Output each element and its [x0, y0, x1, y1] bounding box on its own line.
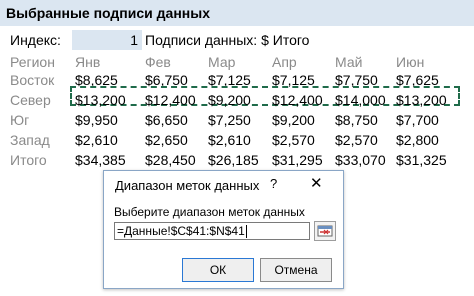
sheet-title: Выбранные подписи данных	[6, 5, 210, 21]
table-cell[interactable]: $2,650	[145, 132, 188, 148]
collapse-dialog-button[interactable]	[314, 221, 336, 241]
cancel-button[interactable]: Отмена	[260, 258, 332, 282]
row-label: Юг	[10, 112, 30, 128]
table-cell[interactable]: $9,950	[75, 112, 118, 128]
row-label: Запад	[10, 132, 50, 148]
row-label: Итого	[10, 152, 47, 168]
month-header: Фев	[145, 54, 171, 70]
table-cell[interactable]: $7,700	[396, 112, 439, 128]
table-cell[interactable]: $12,400	[272, 92, 323, 108]
table-cell[interactable]: $12,400	[145, 92, 196, 108]
index-cell[interactable]: 1	[72, 30, 142, 50]
range-input-value: =Данные!$C$41:$N$41	[117, 224, 245, 238]
table-cell[interactable]: $9,200	[272, 112, 315, 128]
sheet-title-bar: Выбранные подписи данных	[0, 0, 474, 26]
collapse-dialog-icon	[317, 225, 333, 237]
dialog-prompt: Выберите диапазон меток данных	[114, 205, 305, 219]
table-cell[interactable]: $2,800	[396, 132, 439, 148]
table-cell[interactable]: $34,385	[75, 152, 126, 168]
table-cell[interactable]: $33,070	[335, 152, 386, 168]
month-header: Мар	[208, 54, 236, 70]
table-cell[interactable]: $14,000	[335, 92, 386, 108]
table-cell[interactable]: $31,325	[396, 152, 447, 168]
table-cell[interactable]: $6,650	[145, 112, 188, 128]
table-cell[interactable]: $13,200	[396, 92, 447, 108]
month-header: Июн	[396, 54, 425, 70]
table-cell[interactable]: $2,570	[335, 132, 378, 148]
row-label: Север	[10, 92, 51, 108]
month-header: Май	[335, 54, 363, 70]
close-icon[interactable]: ✕	[310, 174, 323, 192]
month-header: Апр	[272, 54, 297, 70]
table-cell[interactable]: $26,185	[208, 152, 259, 168]
month-header: Янв	[75, 54, 101, 70]
table-cell[interactable]: $7,250	[208, 112, 251, 128]
help-icon[interactable]: ?	[270, 176, 277, 191]
region-header: Регион	[10, 54, 55, 70]
table-cell[interactable]: $2,610	[208, 132, 251, 148]
text-caret	[245, 225, 247, 239]
table-cell[interactable]: $31,295	[272, 152, 323, 168]
data-label-range-dialog: Диапазон меток данных ? ✕ Выберите диапа…	[103, 170, 344, 289]
caption-label: Подписи данных: $ Итого	[145, 32, 310, 48]
range-input[interactable]: =Данные!$C$41:$N$41	[114, 222, 310, 240]
row-label: Восток	[10, 72, 55, 88]
table-cell[interactable]: $28,450	[145, 152, 196, 168]
dialog-title: Диапазон меток данных	[115, 178, 260, 193]
ok-button[interactable]: ОК	[182, 258, 254, 282]
index-label: Индекс:	[10, 32, 61, 48]
table-cell[interactable]: $8,750	[335, 112, 378, 128]
table-cell[interactable]: $2,570	[272, 132, 315, 148]
table-cell[interactable]: $9,200	[208, 92, 251, 108]
table-cell[interactable]: $13,200	[75, 92, 126, 108]
table-cell[interactable]: $2,610	[75, 132, 118, 148]
